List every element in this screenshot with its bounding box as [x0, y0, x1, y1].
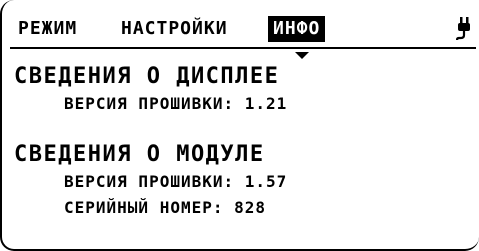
tab-settings[interactable]: НАСТРОЙКИ [121, 18, 228, 40]
active-tab-indicator [295, 52, 309, 59]
tab-bar: РЕЖИМ НАСТРОЙКИ ИНФО [8, 14, 476, 59]
plug-icon [456, 17, 470, 41]
tab-divider [10, 47, 476, 49]
tab-mode[interactable]: РЕЖИМ [18, 18, 77, 40]
display-firmware-value: 1.21 [244, 94, 288, 113]
module-info-title: СВЕДЕНИЯ О МОДУЛЕ [14, 142, 265, 167]
module-firmware-value: 1.57 [244, 172, 288, 191]
device-screen: РЕЖИМ НАСТРОЙКИ ИНФО СВЕДЕНИЯ О ДИСПЛЕЕ … [0, 0, 479, 251]
module-serial-label: СЕРИЙНЫЙ НОМЕР: [64, 198, 224, 217]
display-info-title: СВЕДЕНИЯ О ДИСПЛЕЕ [14, 64, 280, 89]
module-serial-row: СЕРИЙНЫЙ НОМЕР: 828 [64, 198, 266, 218]
display-firmware-label: ВЕРСИЯ ПРОШИВКИ: [64, 94, 235, 113]
module-firmware-label: ВЕРСИЯ ПРОШИВКИ: [64, 172, 235, 191]
module-serial-value: 828 [234, 198, 267, 217]
module-firmware-row: ВЕРСИЯ ПРОШИВКИ: 1.57 [64, 172, 287, 192]
tab-info[interactable]: ИНФО [268, 16, 326, 42]
display-firmware-row: ВЕРСИЯ ПРОШИВКИ: 1.21 [64, 94, 287, 114]
